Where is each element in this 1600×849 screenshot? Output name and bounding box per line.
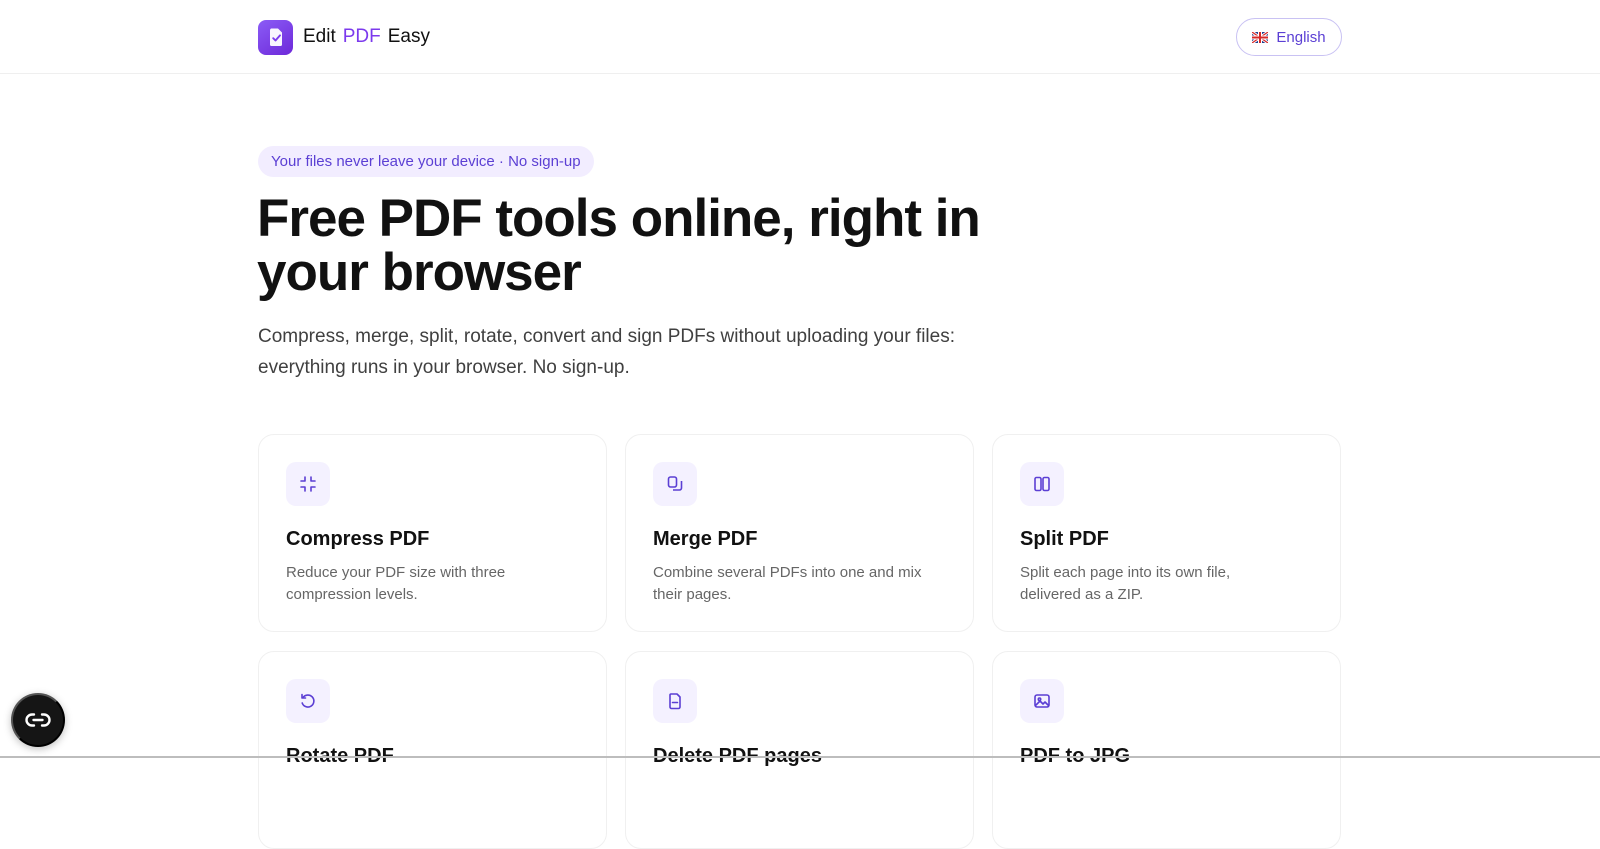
tool-card-compress-pdf[interactable]: Compress PDF Reduce your PDF size with t… [258,434,607,632]
split-icon [1020,462,1064,506]
merge-icon [653,462,697,506]
brand-part-edit: Edit [303,26,336,47]
page-subtitle: Compress, merge, split, rotate, convert … [258,326,955,378]
brand-part-easy: Easy [387,26,430,47]
rotate-icon [286,679,330,723]
floating-action-button[interactable] [11,693,65,747]
tool-card-split-pdf[interactable]: Split PDF Split each page into its own f… [992,434,1341,632]
tool-card-merge-pdf[interactable]: Merge PDF Combine several PDFs into one … [625,434,974,632]
tool-title: Compress PDF [286,528,430,550]
page-title: Free PDF tools online, right in your bro… [257,189,981,302]
tool-description: Combine several PDFs into one and mix th… [653,564,922,603]
tool-description: Split each page into its own file, deliv… [1020,564,1231,603]
compress-icon [286,462,330,506]
tool-description: Reduce your PDF size with three compress… [286,564,506,603]
brand-part-pdf: PDF [342,26,381,47]
tool-card-rotate-pdf[interactable]: Rotate PDF [258,651,607,849]
tool-card-pdf-to-jpg[interactable]: PDF to JPG [992,651,1341,849]
site-header: Edit PDF Easy English [0,0,1600,74]
tool-title: Merge PDF [653,528,758,550]
language-selector-button[interactable]: English [1236,18,1342,56]
image-icon [1020,679,1064,723]
tool-card-delete-pdf-pages[interactable]: Delete PDF pages [625,651,974,849]
language-label: English [1276,28,1326,46]
brand-wordmark: Edit PDF Easy [303,26,430,48]
tool-title: Split PDF [1020,528,1109,550]
cookie-consent-icon [25,713,51,727]
privacy-badge: Your files never leave your device · No … [258,146,594,177]
document-check-icon [258,19,293,55]
brand-link[interactable]: Edit PDF Easy [258,19,430,55]
tools-grid: Compress PDF Reduce your PDF size with t… [258,434,1342,849]
delete-page-icon [653,679,697,723]
uk-flag-icon [1252,31,1269,43]
